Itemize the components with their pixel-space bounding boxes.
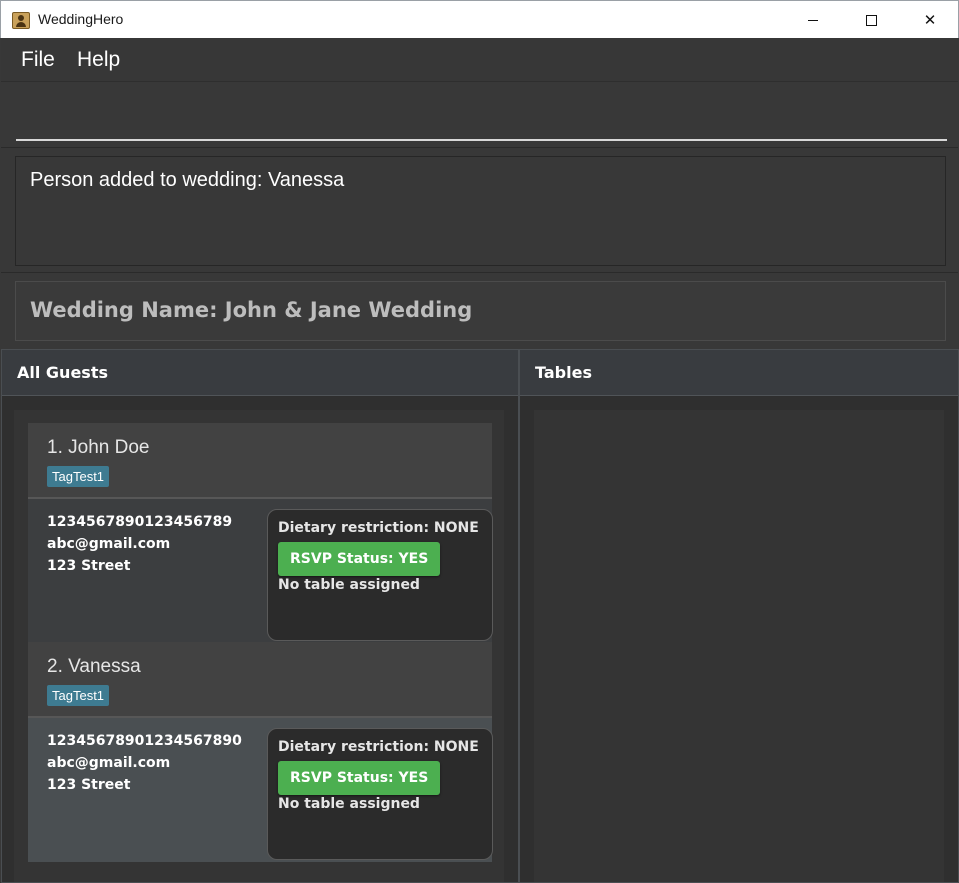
menu-bar: File Help: [1, 38, 958, 82]
result-display: Person added to wedding: Vanessa: [1, 149, 958, 273]
guest-list[interactable]: 1. John Doe TagTest1 1234567890123456789…: [14, 410, 504, 882]
guest-phone: 1234567890123456789: [47, 514, 233, 530]
guest-email: abc@gmail.com: [47, 536, 171, 552]
wedding-name: Wedding Name: John & Jane Wedding: [30, 298, 473, 322]
guest-details: 1234567890123456789 abc@gmail.com 123 St…: [28, 499, 493, 643]
result-box: Person added to wedding: Vanessa: [15, 156, 946, 266]
command-box: [1, 83, 958, 148]
close-button[interactable]: ✕: [901, 1, 959, 39]
guest-address: 123 Street: [47, 558, 131, 574]
address-book-icon: [12, 12, 30, 29]
tables-body: [520, 397, 958, 882]
rsvp-status-badge: RSVP Status: YES: [278, 542, 441, 576]
menu-file[interactable]: File: [21, 48, 55, 72]
guest-name: 2. Vanessa: [47, 656, 141, 677]
tables-header[interactable]: Tables: [520, 350, 958, 396]
tables-title: Tables: [535, 363, 592, 382]
all-guests-title: All Guests: [17, 363, 108, 382]
minimize-button[interactable]: [784, 1, 842, 39]
window-title: WeddingHero: [38, 11, 124, 27]
guest-contact: 12345678901234567890 abc@gmail.com 123 S…: [47, 730, 242, 796]
guest-address: 123 Street: [47, 777, 131, 793]
command-input[interactable]: [16, 93, 947, 141]
guest-status-card: Dietary restriction: NONE RSVP Status: Y…: [267, 728, 493, 860]
wedding-name-section: Wedding Name: John & Jane Wedding: [1, 274, 958, 348]
table-assignment: No table assigned: [278, 577, 420, 593]
guest-header: 1. John Doe TagTest1: [28, 423, 492, 499]
all-guests-panel: All Guests 1. John Doe TagTest1 12345678…: [1, 349, 519, 883]
minimize-icon: [808, 19, 818, 21]
dietary-restriction: Dietary restriction: NONE: [278, 520, 479, 536]
guest-tag: TagTest1: [47, 685, 110, 706]
guest-status-card: Dietary restriction: NONE RSVP Status: Y…: [267, 509, 493, 641]
guest-name: 1. John Doe: [47, 437, 150, 458]
dietary-restriction: Dietary restriction: NONE: [278, 739, 479, 755]
all-guests-body: 1. John Doe TagTest1 1234567890123456789…: [2, 397, 518, 882]
result-message: Person added to wedding: Vanessa: [30, 169, 345, 191]
guest-phone: 12345678901234567890: [47, 733, 242, 749]
tables-panel: Tables: [519, 349, 959, 883]
guest-contact: 1234567890123456789 abc@gmail.com 123 St…: [47, 511, 232, 577]
title-bar: WeddingHero ✕: [0, 0, 959, 38]
wedding-name-box: Wedding Name: John & Jane Wedding: [15, 281, 946, 341]
all-guests-header[interactable]: All Guests: [2, 350, 518, 396]
guest-tag: TagTest1: [47, 466, 110, 487]
maximize-icon: [865, 14, 877, 26]
table-assignment: No table assigned: [278, 796, 420, 812]
maximize-button[interactable]: [842, 1, 900, 39]
guest-email: abc@gmail.com: [47, 755, 171, 771]
rsvp-status-badge: RSVP Status: YES: [278, 761, 441, 795]
table-list[interactable]: [534, 410, 944, 882]
menu-help[interactable]: Help: [77, 48, 120, 72]
guest-header: 2. Vanessa TagTest1: [28, 642, 492, 718]
guest-details: 12345678901234567890 abc@gmail.com 123 S…: [28, 718, 493, 862]
close-icon: ✕: [923, 11, 937, 29]
